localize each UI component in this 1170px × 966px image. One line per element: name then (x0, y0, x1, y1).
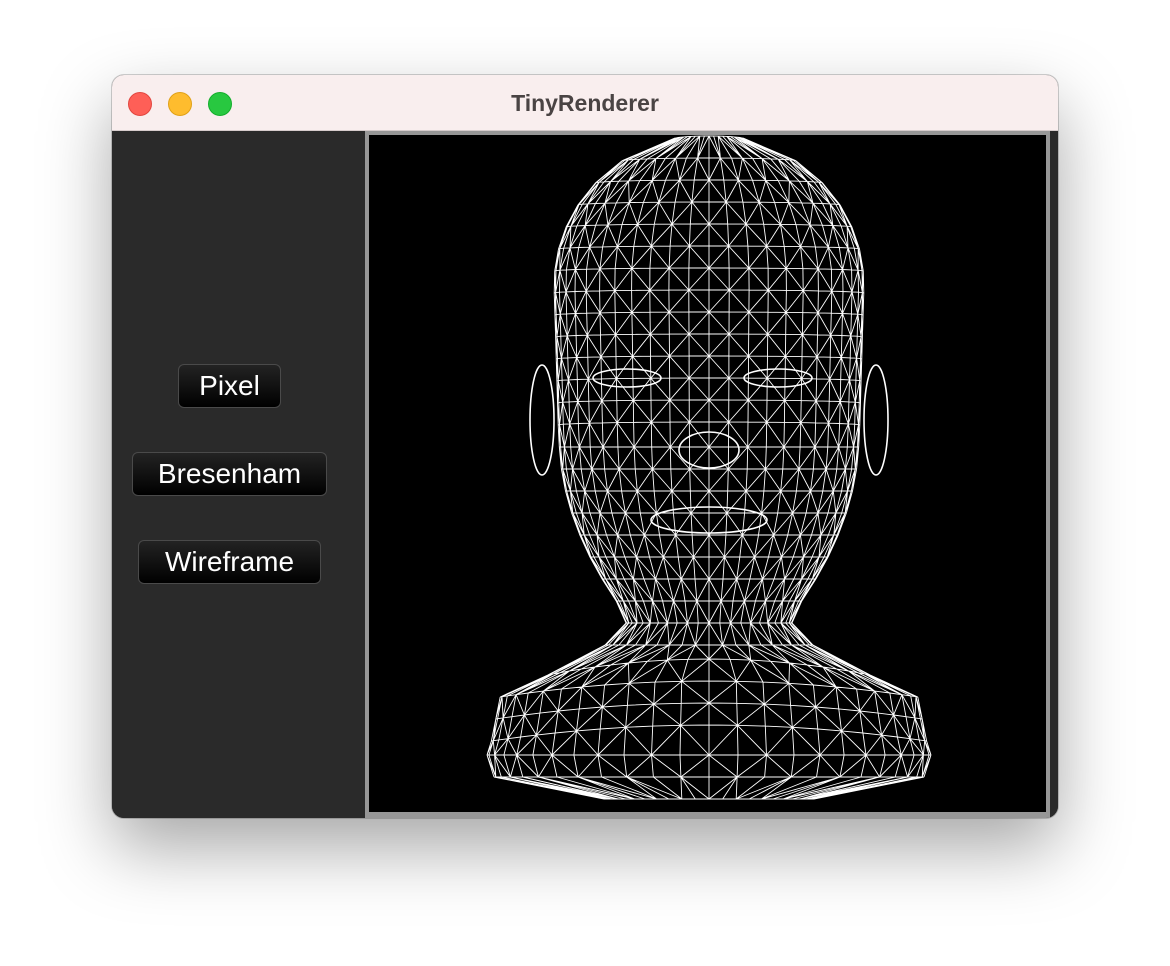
wireframe-button[interactable]: Wireframe (138, 540, 321, 584)
wireframe-head-render (486, 135, 932, 800)
right-ear-outline (863, 364, 889, 476)
window-right-edge (1050, 131, 1058, 818)
window-title: TinyRenderer (511, 90, 659, 116)
pixel-button[interactable]: Pixel (178, 364, 281, 408)
render-canvas-frame (365, 131, 1050, 818)
left-ear-outline (529, 364, 555, 476)
title-bar[interactable]: TinyRenderer (112, 75, 1058, 131)
sidebar: Pixel Bresenham Wireframe (112, 131, 365, 818)
bresenham-button[interactable]: Bresenham (132, 452, 327, 496)
app-window: TinyRenderer Pixel Bresenham Wireframe (112, 75, 1058, 818)
render-canvas[interactable] (369, 135, 1046, 812)
